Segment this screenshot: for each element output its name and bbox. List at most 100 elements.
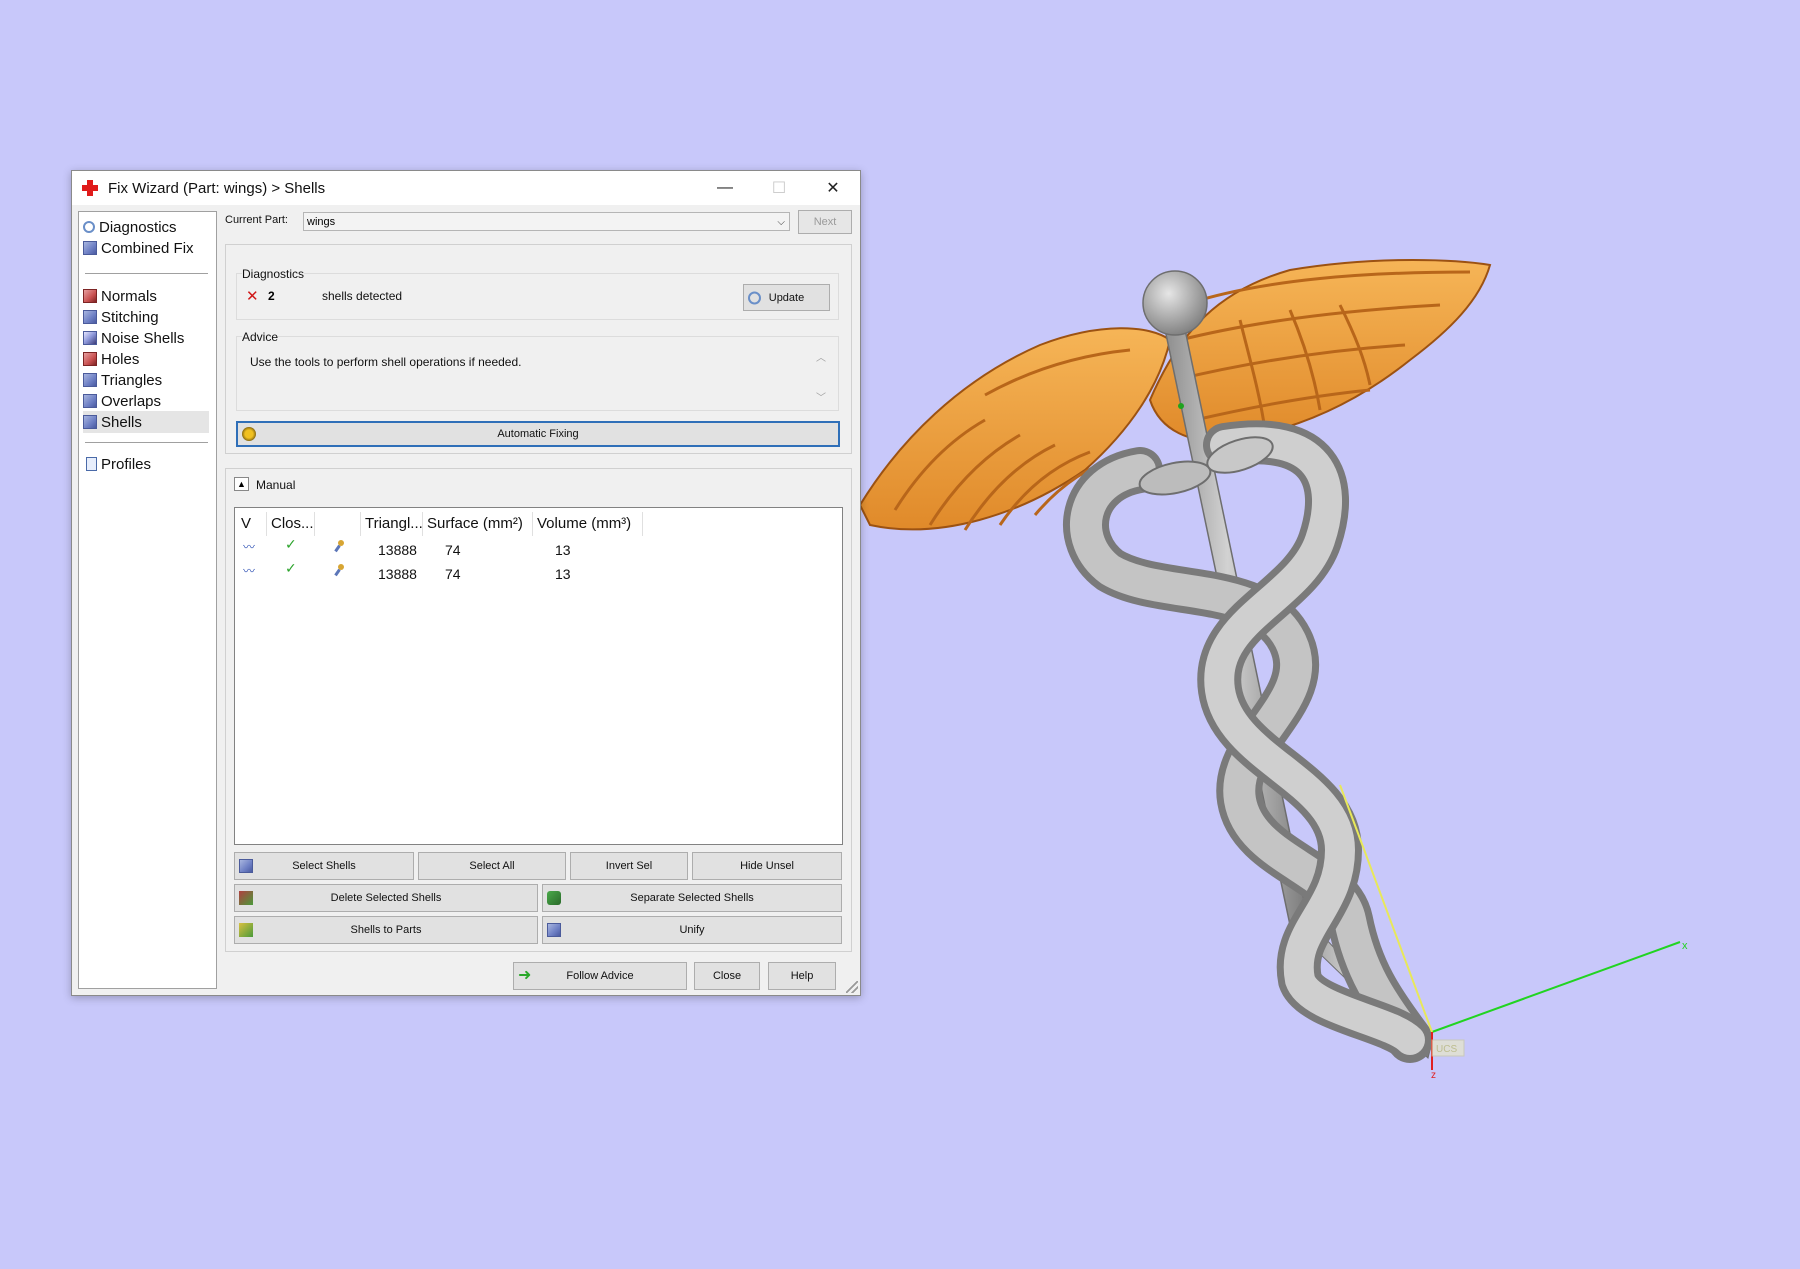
column-header-triangles[interactable]: Triangl... — [361, 512, 423, 536]
maximize-button[interactable]: ☐ — [752, 171, 806, 205]
sidebar-item-label: Normals — [101, 287, 157, 305]
update-button[interactable]: Update — [743, 284, 830, 311]
sidebar-item-noise-shells[interactable]: Noise Shells — [83, 327, 184, 349]
unify-button[interactable]: Unify — [542, 916, 842, 944]
magnifier-icon — [748, 291, 761, 304]
axis-z-label: z — [1431, 1070, 1436, 1081]
closed-check-icon: ✓ — [285, 536, 297, 552]
collapse-icon[interactable]: ▲ — [234, 477, 249, 491]
sidebar-divider — [85, 442, 208, 443]
app-cross-icon — [81, 179, 99, 197]
column-header-surface[interactable]: Surface (mm²) — [423, 512, 533, 536]
sidebar-item-label: Holes — [101, 350, 140, 368]
sidebar-item-stitching[interactable]: Stitching — [83, 306, 159, 328]
wrench-icon[interactable] — [335, 564, 345, 574]
triangles-cell: 13888 — [378, 566, 417, 582]
error-x-icon: ✕ — [246, 288, 259, 305]
snakes — [1063, 420, 1433, 1063]
current-part-label: Current Part: — [225, 214, 288, 226]
surface-cell: 74 — [445, 542, 461, 558]
column-header-tools[interactable] — [315, 512, 361, 536]
visible-toggle-icon[interactable]: 〰 — [243, 562, 255, 579]
minimize-button[interactable]: — — [698, 171, 752, 205]
manual-title: Manual — [256, 478, 296, 492]
hide-unsel-button[interactable]: Hide Unsel — [692, 852, 842, 880]
visible-toggle-icon[interactable]: 〰 — [243, 538, 255, 555]
shells-table[interactable]: V Clos... Triangl... Surface (mm²) Volum… — [234, 507, 843, 845]
invert-sel-button[interactable]: Invert Sel — [570, 852, 688, 880]
select-all-button[interactable]: Select All — [418, 852, 566, 880]
shells-to-parts-icon — [239, 923, 253, 937]
cube-icon — [83, 241, 97, 255]
title-bar[interactable]: Fix Wizard (Part: wings) > Shells — ☐ ✕ — [72, 171, 860, 205]
resize-grip[interactable] — [846, 981, 858, 993]
scroll-up-icon[interactable]: ︿ — [816, 349, 826, 364]
sidebar-item-overlaps[interactable]: Overlaps — [83, 390, 161, 412]
advice-title: Advice — [242, 330, 279, 344]
gears-icon — [242, 427, 256, 441]
volume-cell: 13 — [555, 566, 571, 582]
current-part-bar: Current Part: wings ⌵ Next — [225, 209, 854, 235]
button-label: Select Shells — [292, 860, 356, 872]
noise-shells-icon — [83, 331, 97, 345]
sidebar-item-combined-fix[interactable]: Combined Fix — [83, 237, 194, 259]
next-button[interactable]: Next — [798, 210, 852, 234]
close-window-button[interactable]: ✕ — [806, 171, 860, 205]
advice-text: Use the tools to perform shell operation… — [250, 355, 522, 369]
sidebar-item-label: Profiles — [101, 455, 152, 473]
shells-icon — [83, 415, 97, 429]
sidebar-item-normals[interactable]: Normals — [83, 285, 157, 307]
wrench-icon[interactable] — [335, 540, 345, 550]
advice-group — [236, 336, 839, 411]
normals-icon — [83, 289, 97, 303]
axis-x-label: x — [1682, 940, 1688, 952]
ucs-label: UCS — [1436, 1044, 1457, 1055]
update-label: Update — [768, 291, 805, 304]
column-header-visible[interactable]: V — [237, 512, 267, 536]
shells-to-parts-button[interactable]: Shells to Parts — [234, 916, 538, 944]
sidebar-item-triangles[interactable]: Triangles — [83, 369, 162, 391]
closed-check-icon: ✓ — [285, 560, 297, 576]
sidebar-item-label: Diagnostics — [99, 218, 177, 236]
triangles-icon — [83, 373, 97, 387]
sidebar-item-label: Stitching — [101, 308, 159, 326]
button-label: Delete Selected Shells — [330, 892, 442, 904]
diagnostics-advice-panel: Diagnostics ✕ 2 shells detected Update A… — [225, 244, 852, 454]
button-label: Separate Selected Shells — [630, 892, 754, 904]
automatic-fixing-button[interactable]: Automatic Fixing — [236, 421, 840, 447]
sidebar-item-label: Combined Fix — [101, 239, 194, 257]
sidebar-item-label: Triangles — [101, 371, 163, 389]
help-button[interactable]: Help — [768, 962, 836, 990]
follow-advice-button[interactable]: ➜ Follow Advice — [513, 962, 687, 990]
select-shells-button[interactable]: Select Shells — [234, 852, 414, 880]
triangles-cell: 13888 — [378, 542, 417, 558]
surface-cell: 74 — [445, 566, 461, 582]
sidebar-item-holes[interactable]: Holes — [83, 348, 139, 370]
sidebar-item-diagnostics[interactable]: Diagnostics — [83, 216, 177, 238]
close-button[interactable]: Close — [694, 962, 760, 990]
profiles-icon — [86, 457, 97, 471]
column-header-closed[interactable]: Clos... — [267, 512, 315, 536]
unify-icon — [547, 923, 561, 937]
current-part-select[interactable]: wings ⌵ — [303, 212, 790, 231]
arrow-right-icon: ➜ — [518, 967, 532, 984]
automatic-fixing-label: Automatic Fixing — [497, 428, 579, 440]
sidebar-item-shells[interactable]: Shells — [83, 411, 209, 433]
window-title: Fix Wizard (Part: wings) > Shells — [108, 179, 326, 197]
select-shells-icon — [239, 859, 253, 873]
footer-bar: ➜ Follow Advice Close Help — [225, 960, 854, 992]
volume-cell: 13 — [555, 542, 571, 558]
stitching-icon — [83, 310, 97, 324]
separate-selected-shells-button[interactable]: Separate Selected Shells — [542, 884, 842, 912]
holes-icon — [83, 352, 97, 366]
manual-panel: ▲ Manual V Clos... Triangl... Surface (m… — [225, 468, 852, 952]
delete-selected-shells-button[interactable]: Delete Selected Shells — [234, 884, 538, 912]
scroll-down-icon[interactable]: ﹀ — [816, 389, 826, 404]
fix-wizard-window: Fix Wizard (Part: wings) > Shells — ☐ ✕ … — [71, 170, 861, 996]
button-label: Follow Advice — [566, 970, 634, 982]
sidebar-item-label: Shells — [101, 413, 142, 431]
column-header-volume[interactable]: Volume (mm³) — [533, 512, 643, 536]
sidebar-divider — [85, 273, 208, 274]
button-label: Shells to Parts — [350, 924, 422, 936]
sidebar-item-profiles[interactable]: Profiles — [83, 453, 151, 475]
